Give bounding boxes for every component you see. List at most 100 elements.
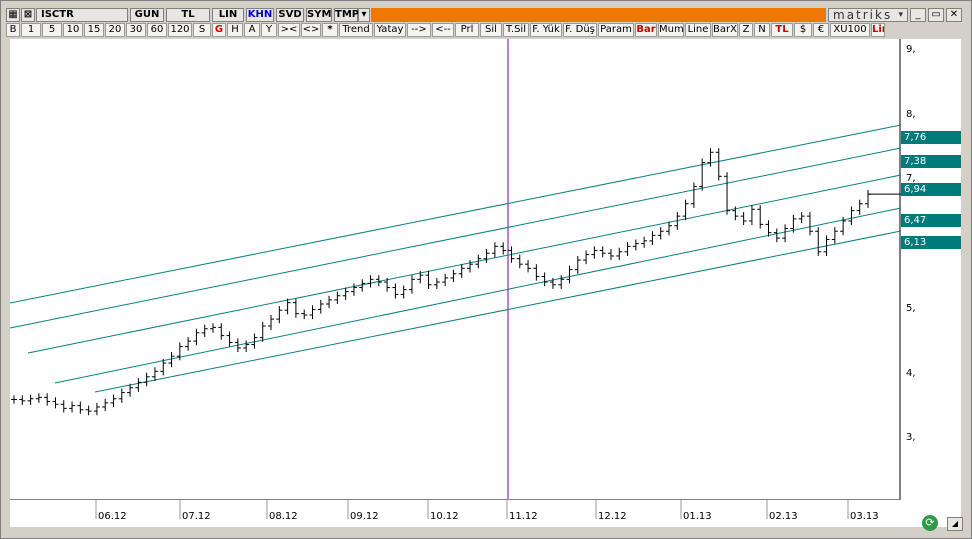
toolbar-button[interactable]: B bbox=[6, 23, 20, 37]
toolbar-button[interactable]: N bbox=[754, 23, 770, 37]
chevron-down-icon[interactable]: ▾ bbox=[898, 9, 905, 21]
chart-type-icon[interactable]: ⊠ bbox=[21, 8, 35, 22]
price-bar bbox=[442, 273, 449, 287]
price-bar bbox=[641, 236, 648, 248]
toolbar-button[interactable]: * bbox=[322, 23, 338, 37]
toolbar-button[interactable]: Trend bbox=[339, 23, 373, 37]
currency-button[interactable]: TL bbox=[166, 8, 210, 22]
x-tick: 02.13 bbox=[769, 511, 798, 522]
price-bar bbox=[276, 306, 283, 324]
scale-button[interactable]: LIN bbox=[212, 8, 244, 22]
price-bar bbox=[151, 367, 158, 381]
toolbar-button[interactable]: 10 bbox=[63, 23, 83, 37]
toolbar-button[interactable]: XU100 bbox=[830, 23, 870, 37]
toolbar-button[interactable]: 5 bbox=[42, 23, 62, 37]
price-bar bbox=[815, 227, 822, 256]
restore-button[interactable]: ▭ bbox=[928, 8, 944, 22]
minimize-button[interactable]: _ bbox=[910, 8, 926, 22]
toolbar-button[interactable]: --> bbox=[407, 23, 431, 37]
toolbar-button[interactable]: 60 bbox=[147, 23, 167, 37]
price-bar bbox=[143, 372, 150, 387]
toolbar-button[interactable]: G bbox=[212, 23, 226, 37]
date-axis-ticks bbox=[10, 498, 901, 519]
price-axis bbox=[901, 39, 961, 499]
period-button[interactable]: GUN bbox=[130, 8, 164, 22]
horizontal-scrollbar[interactable] bbox=[10, 527, 920, 535]
khn-button[interactable]: KHN bbox=[246, 8, 274, 22]
status-bar bbox=[371, 8, 826, 22]
y-tick: 3, bbox=[906, 432, 916, 443]
toolbar-button[interactable]: 1 bbox=[21, 23, 41, 37]
toolbar-button[interactable]: Prl bbox=[455, 23, 479, 37]
toolbar-button[interactable]: Bar bbox=[635, 23, 657, 37]
y-tick: 4, bbox=[906, 368, 916, 379]
price-bar bbox=[93, 402, 100, 416]
sym-button[interactable]: SYM bbox=[306, 8, 332, 22]
channel-line[interactable] bbox=[27, 174, 902, 354]
toolbar-button[interactable]: BarX bbox=[712, 23, 738, 37]
price-bar bbox=[748, 205, 755, 226]
toolbar-button[interactable]: Line bbox=[685, 23, 711, 37]
toolbar-button[interactable]: 30 bbox=[126, 23, 146, 37]
channel-line[interactable] bbox=[9, 147, 902, 329]
symbol-field[interactable]: ISCTR bbox=[36, 8, 128, 22]
toolbar-button[interactable]: A bbox=[244, 23, 260, 37]
toolbar-button[interactable]: Yatay bbox=[374, 23, 406, 37]
toolbar-button[interactable]: 120 bbox=[168, 23, 192, 37]
chart-area[interactable] bbox=[9, 39, 902, 499]
x-tick: 03.13 bbox=[850, 511, 879, 522]
svd-button[interactable]: SVD bbox=[276, 8, 304, 22]
price-bar bbox=[102, 398, 109, 412]
price-bar bbox=[533, 264, 540, 281]
toolbar-button[interactable]: <-- bbox=[432, 23, 454, 37]
price-bar bbox=[632, 239, 639, 251]
price-bar bbox=[85, 405, 92, 416]
close-button[interactable]: ✕ bbox=[946, 8, 962, 22]
toolbar-button[interactable]: Y bbox=[261, 23, 277, 37]
x-tick: 11.12 bbox=[509, 511, 538, 522]
refresh-icon[interactable]: ⟳ bbox=[922, 515, 938, 531]
toolbar-button[interactable]: TL bbox=[771, 23, 793, 37]
toolbar-button[interactable]: 20 bbox=[105, 23, 125, 37]
x-tick: 07.12 bbox=[182, 511, 211, 522]
channel-line[interactable] bbox=[94, 230, 902, 393]
toolbar-button[interactable]: Mum bbox=[658, 23, 684, 37]
tmp-button[interactable]: TMP bbox=[334, 8, 359, 22]
price-bar bbox=[77, 401, 84, 414]
title-bar: ▦ ⊠ ISCTR GUN TL LIN KHN SVD SYM TMP ▾ m… bbox=[2, 2, 968, 22]
toolbar-button[interactable]: Param bbox=[598, 23, 634, 37]
toolbar-button[interactable]: € bbox=[813, 23, 829, 37]
channel-level-tag: 6,13 bbox=[901, 236, 961, 249]
toolbar-button[interactable]: 15 bbox=[84, 23, 104, 37]
toolbar-button[interactable]: Lir bbox=[871, 23, 885, 37]
tmp-dropdown-icon[interactable]: ▾ bbox=[358, 8, 370, 22]
price-bar bbox=[715, 148, 722, 181]
toolbar-button[interactable]: Z bbox=[739, 23, 753, 37]
toolbar-button[interactable]: $ bbox=[794, 23, 812, 37]
price-bar bbox=[317, 299, 324, 314]
toolbar-button[interactable]: H bbox=[227, 23, 243, 37]
chart-toolbar: B 1 5 10 15 20 30 60 120 S G H A Y >< <> * Trend Yatay --> <… bbox=[2, 23, 968, 37]
price-bar bbox=[848, 206, 855, 226]
toolbar-button[interactable]: >< bbox=[278, 23, 300, 37]
toolbar-button[interactable]: <> bbox=[301, 23, 321, 37]
channel-line[interactable] bbox=[54, 207, 902, 384]
channel-line[interactable] bbox=[9, 124, 902, 304]
price-bar bbox=[400, 285, 407, 299]
price-bar bbox=[525, 260, 532, 273]
app-icon: ▦ bbox=[6, 8, 20, 22]
resize-grip-icon[interactable]: ◢ bbox=[947, 517, 963, 531]
toolbar-button[interactable]: T.Sil bbox=[503, 23, 529, 37]
price-bar bbox=[69, 401, 76, 413]
price-bar bbox=[326, 295, 333, 309]
price-bar bbox=[624, 242, 631, 256]
date-axis bbox=[10, 498, 961, 527]
price-bar bbox=[583, 250, 590, 265]
toolbar-button[interactable]: F. Yük bbox=[530, 23, 562, 37]
toolbar-button[interactable]: F. Düş bbox=[563, 23, 597, 37]
toolbar-button[interactable]: Sil bbox=[480, 23, 502, 37]
price-bar bbox=[433, 277, 440, 289]
price-bar bbox=[657, 227, 664, 240]
price-bar bbox=[599, 246, 606, 258]
toolbar-button[interactable]: S bbox=[193, 23, 211, 37]
